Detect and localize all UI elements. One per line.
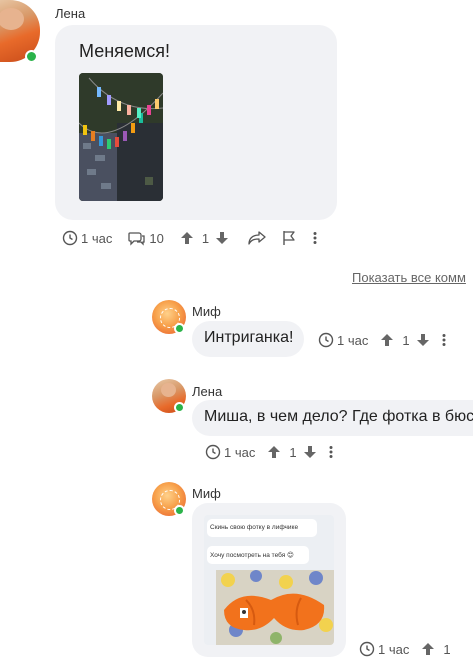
upvote-icon[interactable] <box>380 333 394 347</box>
clock-icon <box>205 444 221 460</box>
post-author-name[interactable]: Лена <box>55 6 85 21</box>
online-indicator <box>174 402 185 413</box>
replies-icon[interactable] <box>128 230 146 246</box>
post-action-bar: 1 час 10 1 <box>62 229 317 247</box>
more-icon[interactable] <box>442 333 446 347</box>
clock-icon <box>62 230 78 246</box>
comment-rating: 1 <box>443 641 451 657</box>
online-indicator <box>25 50 38 63</box>
comment-bubble: Интриганка! <box>192 321 304 357</box>
online-indicator <box>174 505 185 516</box>
comment-time: 1 час <box>378 641 410 657</box>
comment-time: 1 час <box>224 444 256 460</box>
chat-message-text: Хочу посмотреть на тебя 😊 <box>210 552 294 559</box>
comment-photo[interactable]: Скинь свою фотку в лифчике Хочу посмотре… <box>204 515 334 645</box>
upvote-icon[interactable] <box>180 231 194 245</box>
comment-action-bar: 1 час 1 <box>359 640 451 658</box>
post-text: Меняемся! <box>79 41 171 61</box>
comment-rating: 1 <box>289 444 297 460</box>
share-icon[interactable] <box>247 230 267 246</box>
comment-action-bar: 1 час 1 <box>318 331 446 349</box>
comment-author-name[interactable]: Миф <box>192 304 221 319</box>
upvote-icon[interactable] <box>267 445 281 459</box>
chat-message-text: Скинь свою фотку в лифчике <box>210 524 299 531</box>
comment-bubble: Миша, в чем дело? Где фотка в бюс <box>192 400 473 436</box>
comment-action-bar: 1 час 1 <box>205 443 333 461</box>
downvote-icon[interactable] <box>303 445 317 459</box>
comment-text: Миша, в чем дело? Где фотка в бюс <box>204 408 473 425</box>
bra-photo-image <box>216 570 334 645</box>
garland-photo-image <box>79 73 163 201</box>
clock-icon <box>318 332 334 348</box>
online-indicator <box>174 323 185 334</box>
comment-text: Интриганка! <box>204 329 294 346</box>
replies-count[interactable]: 10 <box>149 231 163 246</box>
upvote-icon[interactable] <box>421 642 435 656</box>
show-all-comments-link[interactable]: Показать все комм <box>352 270 466 285</box>
clock-icon <box>359 641 375 657</box>
comment-author-name[interactable]: Лена <box>192 384 222 399</box>
more-icon[interactable] <box>329 445 333 459</box>
post-photo[interactable] <box>79 73 163 201</box>
post-time: 1 час <box>81 230 113 246</box>
comment-author-name[interactable]: Миф <box>192 486 221 501</box>
comment-time: 1 час <box>337 332 369 348</box>
more-icon[interactable] <box>313 231 317 245</box>
post-rating: 1 <box>201 230 210 246</box>
downvote-icon[interactable] <box>416 333 430 347</box>
comment-rating: 1 <box>402 332 410 348</box>
flag-icon[interactable] <box>281 230 297 246</box>
comment-bubble: Скинь свою фотку в лифчике Хочу посмотре… <box>192 503 346 657</box>
post-bubble: Меняемся! <box>55 25 337 220</box>
downvote-icon[interactable] <box>215 231 229 245</box>
